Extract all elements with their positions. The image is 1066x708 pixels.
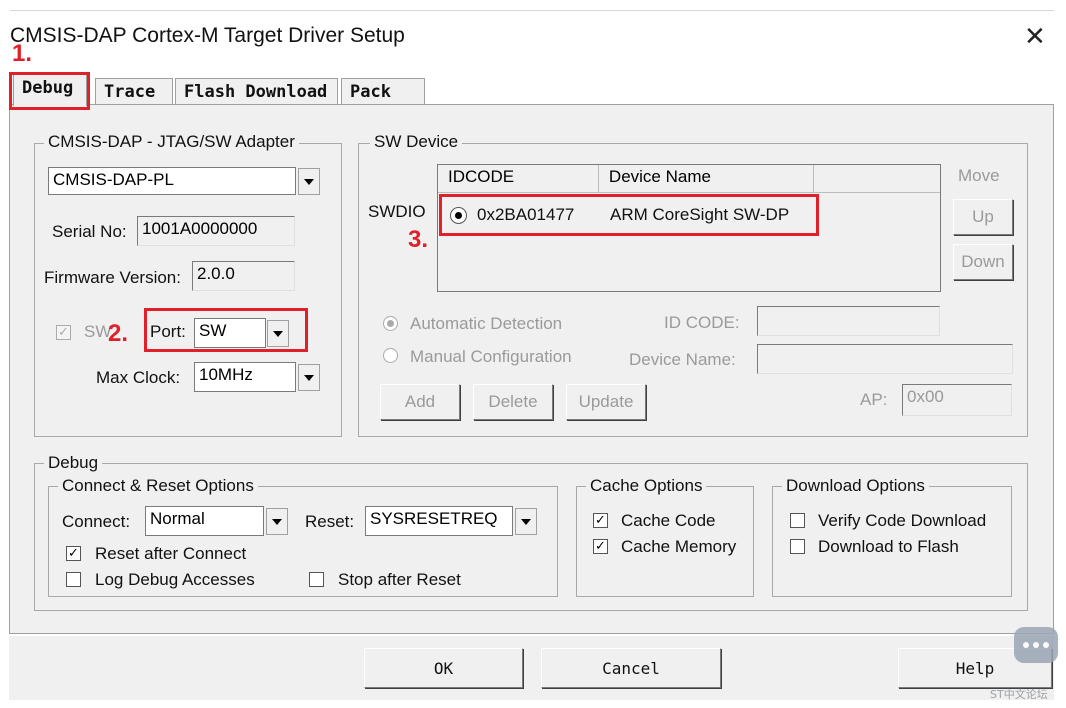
sw-device-group-label: SW Device (370, 132, 463, 152)
chevron-down-icon (304, 178, 314, 185)
serial-field: 1001A0000000 (137, 216, 295, 246)
auto-detect-radio[interactable] (383, 316, 398, 331)
close-icon[interactable]: ✕ (1024, 22, 1046, 52)
device-name-field-label: Device Name: (629, 350, 736, 369)
manual-config-label: Manual Configuration (410, 347, 572, 366)
cancel-button[interactable]: Cancel (541, 648, 721, 688)
connect-select-dropdown[interactable] (266, 508, 288, 535)
checkmark-icon: ✓ (595, 513, 606, 528)
adapter-group-label: CMSIS-DAP - JTAG/SW Adapter (44, 132, 299, 152)
annotation-box-1 (9, 72, 90, 110)
swj-checkbox[interactable]: ✓ (56, 325, 71, 340)
firmware-field: 2.0.0 (192, 261, 295, 291)
annotation-number-3: 3. (408, 226, 429, 253)
connect-reset-group-label: Connect & Reset Options (58, 476, 258, 496)
download-options-group-label: Download Options (782, 476, 929, 496)
log-debug-label: Log Debug Accesses (95, 570, 255, 589)
checkmark-icon: ✓ (595, 539, 606, 554)
move-label: Move (958, 166, 1000, 185)
max-clock-label: Max Clock: (96, 368, 181, 387)
column-extra (814, 165, 940, 192)
title-divider (10, 10, 1054, 11)
serial-label: Serial No: (52, 222, 127, 241)
annotation-box-3 (439, 194, 819, 236)
cache-memory-label: Cache Memory (621, 537, 737, 556)
column-device-name[interactable]: Device Name (599, 165, 815, 192)
move-down-button[interactable]: Down (953, 244, 1013, 280)
reset-label: Reset: (305, 512, 355, 531)
delete-button[interactable]: Delete (473, 384, 553, 420)
device-name-field[interactable] (757, 344, 1013, 374)
connect-label: Connect: (62, 512, 131, 531)
log-debug-checkbox[interactable] (66, 572, 81, 587)
manual-config-radio[interactable] (383, 348, 398, 363)
stop-after-reset-checkbox[interactable] (309, 572, 324, 587)
cache-memory-checkbox[interactable]: ✓ (593, 539, 608, 554)
auto-detect-label: Automatic Detection (410, 314, 563, 333)
move-up-button[interactable]: Up (953, 199, 1013, 235)
reset-select-dropdown[interactable] (515, 508, 537, 535)
adapter-select-dropdown[interactable] (298, 168, 320, 195)
column-idcode[interactable]: IDCODE (438, 165, 599, 192)
annotation-number-1: 1. (12, 40, 33, 67)
firmware-label: Firmware Version: (44, 268, 181, 287)
ok-button[interactable]: OK (364, 648, 523, 688)
max-clock-select-dropdown[interactable] (298, 364, 320, 391)
reset-after-connect-checkbox[interactable]: ✓ (66, 546, 81, 561)
radio-dot-icon (387, 320, 394, 327)
update-button[interactable]: Update (566, 384, 646, 420)
annotation-box-2 (144, 308, 308, 352)
chevron-down-icon (272, 518, 282, 525)
cache-code-checkbox[interactable]: ✓ (593, 513, 608, 528)
max-clock-select[interactable]: 10MHz (194, 362, 296, 392)
reset-select[interactable]: SYSRESETREQ (365, 506, 513, 536)
idcode-field-label: ID CODE: (664, 313, 740, 332)
cache-options-group-label: Cache Options (586, 476, 707, 496)
idcode-field[interactable] (757, 306, 940, 336)
checkmark-icon: ✓ (58, 325, 69, 340)
swdio-label: SWDIO (368, 202, 426, 221)
chevron-down-icon (521, 518, 531, 525)
window-title: CMSIS-DAP Cortex-M Target Driver Setup (10, 24, 405, 47)
debug-group-label: Debug (44, 453, 103, 473)
add-button[interactable]: Add (380, 384, 460, 420)
adapter-select[interactable]: CMSIS-DAP-PL (48, 167, 296, 195)
download-to-flash-label: Download to Flash (818, 537, 959, 556)
watermark-text: ST中文论坛 (990, 688, 1048, 701)
ap-field[interactable]: 0x00 (902, 384, 1012, 416)
connect-select[interactable]: Normal (145, 506, 264, 536)
chevron-down-icon (304, 374, 314, 381)
download-to-flash-checkbox[interactable] (790, 539, 805, 554)
cache-code-label: Cache Code (621, 511, 716, 530)
sw-device-list-header: IDCODE Device Name (438, 165, 940, 193)
reset-after-connect-label: Reset after Connect (95, 544, 247, 563)
annotation-number-2: 2. (108, 320, 129, 347)
verify-download-label: Verify Code Download (818, 511, 987, 530)
verify-download-checkbox[interactable] (790, 513, 805, 528)
ap-label: AP: (860, 390, 888, 409)
checkmark-icon: ✓ (68, 546, 79, 561)
chat-bubble-icon (1014, 627, 1058, 663)
stop-after-reset-label: Stop after Reset (338, 570, 461, 589)
